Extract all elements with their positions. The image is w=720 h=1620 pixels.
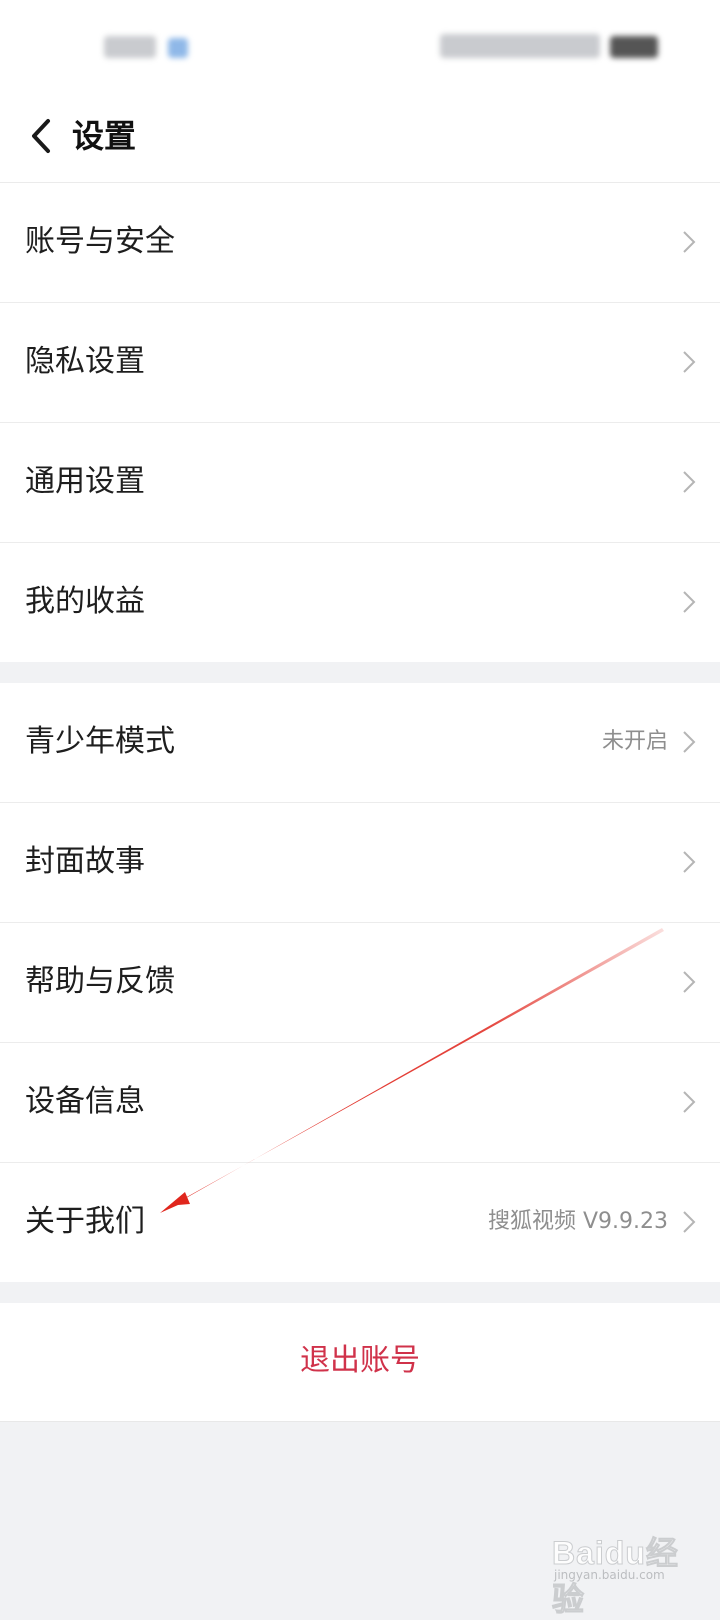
chevron-right-icon bbox=[683, 1211, 696, 1233]
settings-row-about-us[interactable]: 关于我们 搜狐视频 V9.9.23 bbox=[0, 1163, 720, 1282]
settings-row-general[interactable]: 通用设置 bbox=[0, 423, 720, 543]
settings-row-cover-story[interactable]: 封面故事 bbox=[0, 803, 720, 923]
page-title: 设置 bbox=[72, 117, 137, 155]
row-label: 封面故事 bbox=[25, 844, 145, 879]
row-label: 通用设置 bbox=[25, 464, 145, 499]
chevron-right-icon bbox=[683, 351, 696, 373]
chevron-right-icon bbox=[683, 851, 696, 873]
app-version-text: 搜狐视频 V9.9.23 bbox=[487, 1209, 668, 1234]
chevron-right-icon bbox=[683, 231, 696, 253]
chevron-right-icon bbox=[683, 731, 696, 753]
chevron-right-icon bbox=[683, 971, 696, 993]
logout-label: 退出账号 bbox=[300, 1343, 420, 1378]
settings-row-privacy[interactable]: 隐私设置 bbox=[0, 303, 720, 423]
chevron-right-icon bbox=[683, 1091, 696, 1113]
row-label: 青少年模式 bbox=[25, 724, 175, 759]
teen-mode-status: 未开启 bbox=[601, 729, 668, 754]
status-signal-icons-blurred bbox=[440, 34, 600, 58]
header: 设置 bbox=[0, 96, 720, 183]
baidu-jingyan-watermark: Baidu经验 jingyan.baidu.com bbox=[548, 1522, 698, 1618]
status-notification-icon-blurred bbox=[168, 38, 188, 58]
row-label: 我的收益 bbox=[25, 584, 145, 619]
settings-row-device-info[interactable]: 设备信息 bbox=[0, 1043, 720, 1163]
logout-button[interactable]: 退出账号 bbox=[0, 1303, 720, 1422]
row-label: 关于我们 bbox=[25, 1204, 145, 1239]
settings-row-teen-mode[interactable]: 青少年模式 未开启 bbox=[0, 683, 720, 803]
chevron-right-icon bbox=[683, 471, 696, 493]
battery-icon-blurred bbox=[610, 36, 658, 58]
settings-group-other: 青少年模式 未开启 封面故事 帮助与反馈 设备信息 关于我们 搜狐视频 V9.9… bbox=[0, 683, 720, 1282]
settings-row-help-feedback[interactable]: 帮助与反馈 bbox=[0, 923, 720, 1043]
settings-row-account-security[interactable]: 账号与安全 bbox=[0, 183, 720, 303]
row-label: 隐私设置 bbox=[25, 344, 145, 379]
row-label: 账号与安全 bbox=[25, 224, 175, 259]
settings-row-earnings[interactable]: 我的收益 bbox=[0, 543, 720, 662]
back-arrow-icon[interactable] bbox=[26, 116, 56, 156]
chevron-right-icon bbox=[683, 591, 696, 613]
settings-group-account: 账号与安全 隐私设置 通用设置 我的收益 bbox=[0, 183, 720, 662]
status-time-blurred bbox=[104, 36, 156, 58]
watermark-url: jingyan.baidu.com bbox=[554, 1568, 665, 1582]
row-label: 帮助与反馈 bbox=[25, 964, 175, 999]
row-label: 设备信息 bbox=[25, 1084, 145, 1119]
status-bar bbox=[0, 0, 720, 96]
